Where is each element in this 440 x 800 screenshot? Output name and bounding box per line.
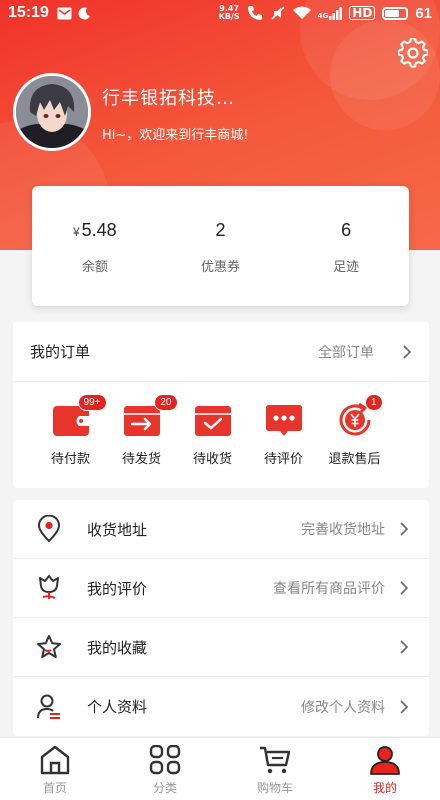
order-refund-aftersale[interactable]: 1 退款售后 [319, 394, 390, 467]
menu-hint: 完善收货地址 [301, 522, 385, 538]
cart-icon [260, 746, 291, 774]
order-badge: 1 [364, 394, 383, 411]
order-label: 退款售后 [328, 452, 381, 467]
currency-symbol: ¥ [72, 225, 80, 239]
wifi-icon [292, 6, 311, 19]
menu-label: 我的评价 [87, 579, 148, 598]
all-orders-link[interactable]: 全部订单 [318, 342, 412, 362]
order-pending-review[interactable]: 待评价 [248, 400, 319, 467]
tab-label: 我的 [372, 781, 397, 795]
status-time: 15:19 [8, 4, 49, 21]
all-orders-label: 全部订单 [318, 344, 374, 361]
avatar[interactable] [13, 73, 91, 151]
stat-balance[interactable]: ¥5.48 余额 [32, 186, 158, 306]
stat-value: 6 [341, 220, 352, 240]
stat-value: 5.48 [81, 220, 117, 240]
order-label: 待付款 [50, 452, 90, 467]
home-icon [40, 745, 70, 775]
menu-item-shipping-address[interactable]: 收货地址 完善收货地址 [13, 500, 429, 559]
chevron-right-icon [400, 581, 409, 595]
stats-card: ¥5.48 余额 2 优惠券 6 足迹 [32, 186, 409, 306]
tab-category[interactable]: 分类 [110, 738, 220, 800]
status-bar: 15:19 9.47 KB/S 4G HD 61 [0, 0, 440, 26]
menu-label: 收货地址 [87, 520, 148, 539]
order-pending-payment[interactable]: 99+ 待付款 [35, 394, 107, 467]
receive-box-icon [194, 406, 231, 436]
chevron-right-icon [400, 699, 409, 714]
review-flower-icon [39, 575, 59, 599]
tab-home[interactable]: 首页 [0, 738, 110, 800]
net-speed-unit: KB/S [218, 12, 240, 21]
orders-section: 我的订单 全部订单 99+ 待付款 20 待发货 待收货 待评价 1 退款售后 [13, 322, 429, 488]
welcome-text: Hi~，欢迎来到行丰商城! [102, 128, 249, 143]
bottom-tab-bar: 首页 分类 购物车 我的 [0, 737, 440, 800]
tab-label: 购物车 [256, 781, 293, 795]
mute-icon [271, 6, 285, 20]
star-icon [37, 635, 61, 658]
message-icon [57, 7, 72, 19]
menu-list: 收货地址 完善收货地址 我的评价 查看所有商品评价 我的收藏 个人资料 修改个人… [13, 500, 429, 736]
tab-label: 首页 [42, 781, 67, 795]
location-pin-icon [37, 515, 61, 543]
chevron-right-icon [400, 522, 409, 536]
hd-icon: HD [349, 6, 376, 20]
moon-icon [78, 6, 90, 19]
comment-icon [265, 405, 302, 436]
gear-icon [398, 38, 428, 68]
tab-label: 分类 [152, 781, 177, 795]
order-label: 待发货 [121, 452, 161, 467]
stat-footprints[interactable]: 6 足迹 [283, 186, 409, 306]
menu-hint: 查看所有商品评价 [273, 581, 385, 597]
settings-button[interactable] [396, 36, 430, 70]
tab-cart[interactable]: 购物车 [220, 738, 330, 800]
menu-item-my-favorites[interactable]: 我的收藏 [13, 618, 429, 677]
order-label: 待评价 [263, 452, 303, 467]
stat-value: 2 [215, 220, 226, 240]
order-pending-shipment[interactable]: 20 待发货 [106, 394, 178, 467]
category-grid-icon [149, 745, 181, 775]
menu-item-personal-info[interactable]: 个人资料 修改个人资料 [13, 677, 429, 736]
signal-label: 4G [317, 11, 329, 20]
phone-icon [247, 6, 262, 20]
chevron-right-icon [400, 640, 409, 654]
order-label: 待收货 [192, 452, 232, 467]
stat-coupons[interactable]: 2 优惠券 [158, 186, 284, 306]
battery-icon [382, 6, 409, 20]
menu-label: 我的收藏 [87, 638, 148, 657]
order-badge: 99+ [77, 394, 107, 411]
order-pending-receipt[interactable]: 待收货 [177, 400, 248, 467]
tab-mine[interactable]: 我的 [330, 738, 440, 800]
net-speed: 9.47 KB/S [219, 5, 240, 21]
orders-header: 我的订单 全部订单 [13, 322, 429, 382]
battery-level: 61 [415, 4, 432, 22]
signal-icon: 4G [317, 6, 343, 20]
menu-item-my-reviews[interactable]: 我的评价 查看所有商品评价 [13, 559, 429, 618]
user-name[interactable]: 行丰银拓科技… [102, 84, 235, 110]
menu-hint: 修改个人资料 [301, 699, 385, 716]
user-icon [370, 746, 400, 775]
stat-label: 优惠券 [201, 260, 241, 275]
order-badge: 20 [154, 394, 178, 411]
stat-label: 余额 [81, 260, 108, 275]
profile-icon [37, 694, 60, 719]
menu-label: 个人资料 [87, 698, 148, 716]
chevron-right-icon [403, 344, 412, 359]
orders-title: 我的订单 [30, 343, 91, 361]
stat-label: 足迹 [333, 260, 360, 275]
